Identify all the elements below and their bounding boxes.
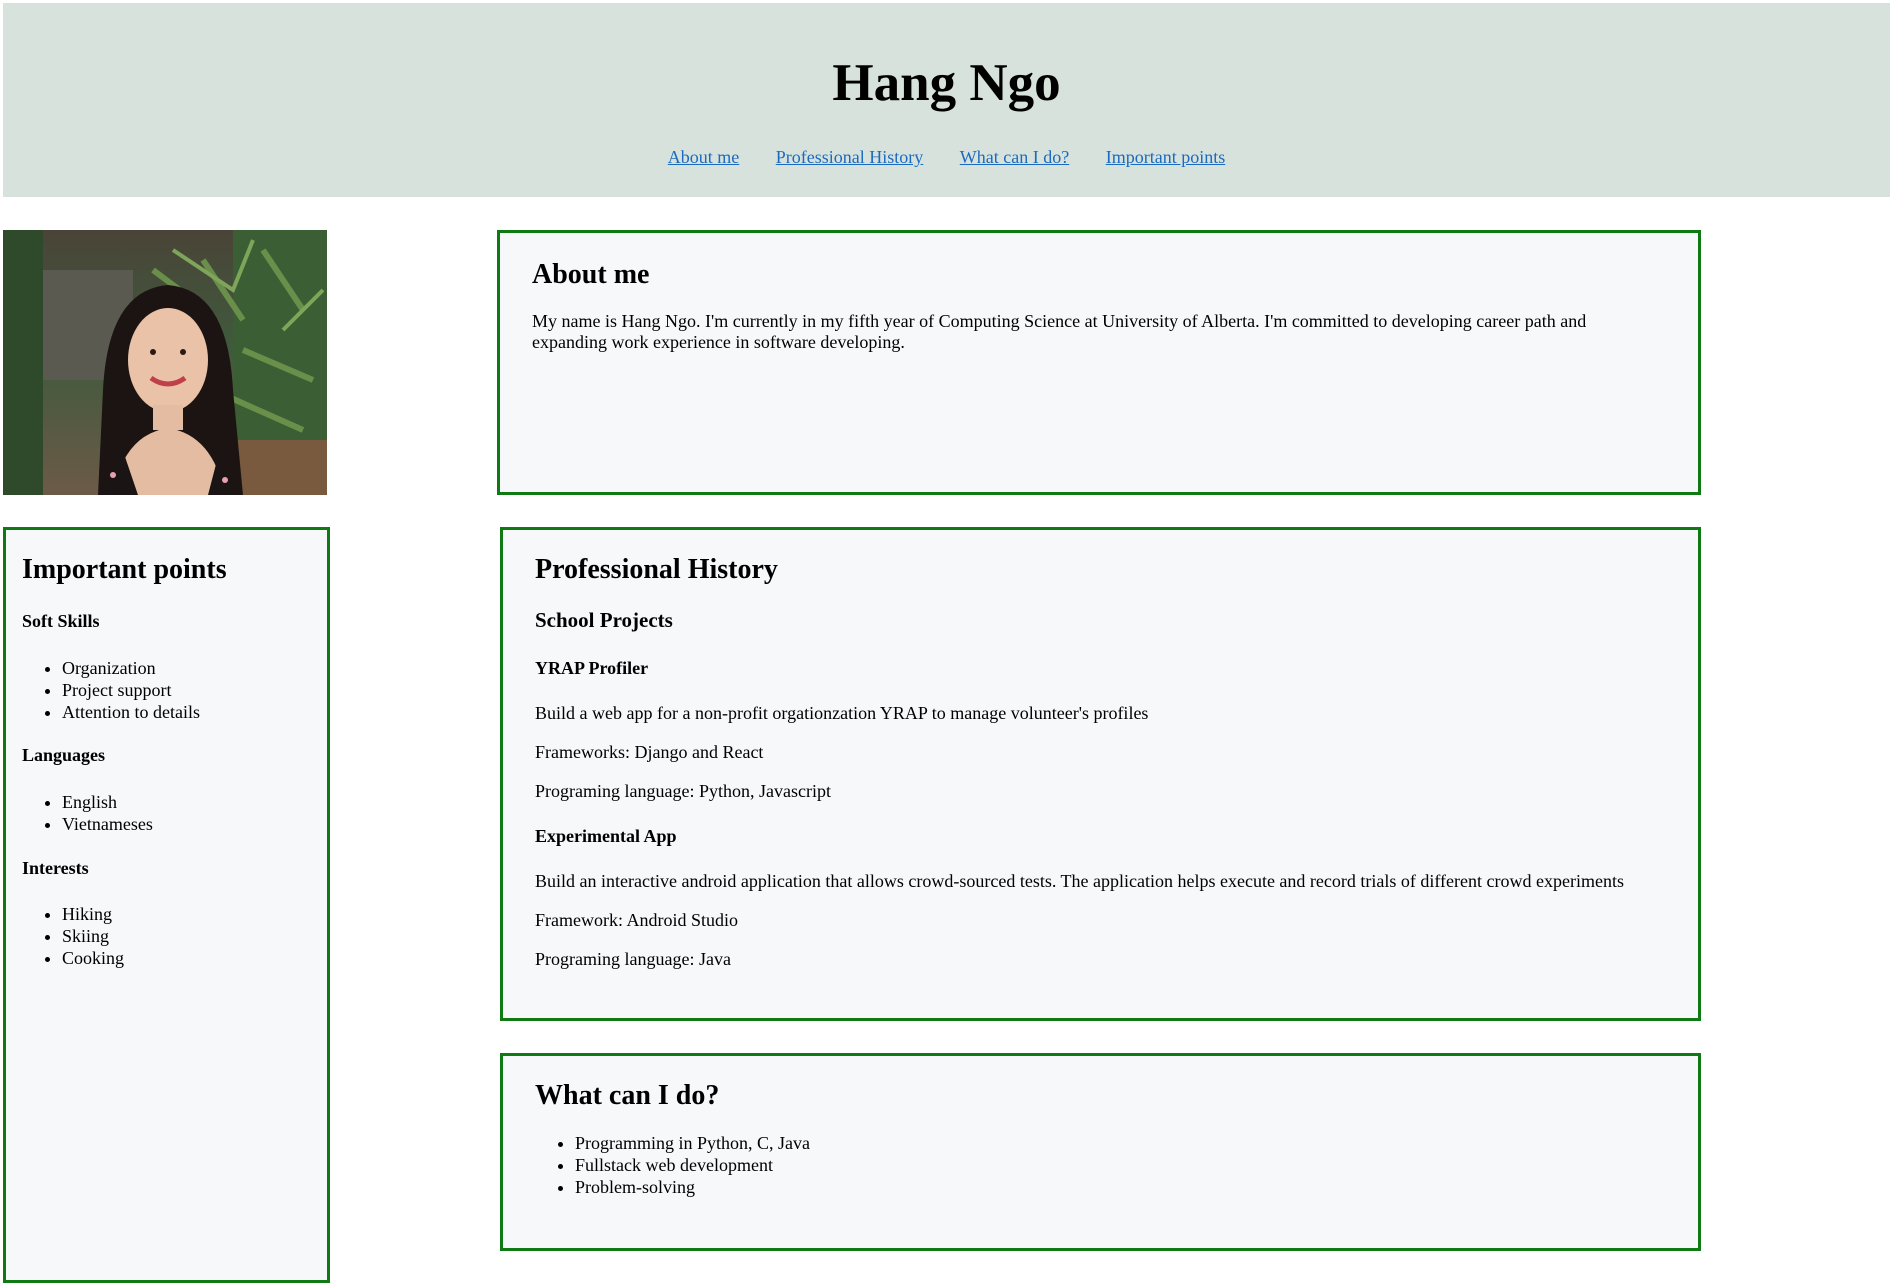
list-item: Project support [62, 679, 200, 701]
project-title: Experimental App [535, 826, 677, 846]
project-languages: Programing language: Python, Javascript [535, 781, 831, 801]
list-item: Skiing [62, 925, 124, 947]
interests-label: Interests [22, 858, 89, 878]
nav-link-what-can-i-do[interactable]: What can I do? [960, 147, 1069, 167]
site-header: Hang Ngo About me Professional History W… [3, 3, 1890, 197]
important-points-heading: Important points [22, 554, 227, 585]
languages-label: Languages [22, 745, 106, 765]
list-item: Cooking [62, 947, 124, 969]
nav-bar: About me Professional History What can I… [3, 147, 1890, 168]
list-item: Organization [62, 657, 200, 679]
site-title: Hang Ngo [832, 54, 1061, 112]
about-me-section: About me My name is Hang Ngo. I'm curren… [497, 230, 1701, 495]
professional-history-section: Professional History School Projects YRA… [500, 527, 1701, 1021]
project-description: Build a web app for a non-profit orgatio… [535, 703, 1149, 723]
interests-list: Hiking Skiing Cooking [22, 903, 124, 969]
important-points-section: Important points Soft Skills Organizatio… [3, 527, 330, 1283]
nav-link-important-points[interactable]: Important points [1106, 147, 1226, 167]
skills-list: Programming in Python, C, Java Fullstack… [535, 1132, 810, 1198]
school-projects-heading: School Projects [535, 608, 673, 632]
about-me-text: My name is Hang Ngo. I'm currently in my… [532, 311, 1587, 352]
list-item: Attention to details [62, 701, 200, 723]
what-can-i-do-section: What can I do? Programming in Python, C,… [500, 1053, 1701, 1251]
list-item: Vietnameses [62, 813, 153, 835]
what-can-i-do-heading: What can I do? [535, 1080, 720, 1111]
list-item: Problem-solving [575, 1176, 810, 1198]
project-languages: Programing language: Java [535, 949, 731, 969]
project-frameworks: Frameworks: Django and React [535, 742, 764, 762]
about-me-heading: About me [532, 259, 650, 290]
soft-skills-label: Soft Skills [22, 611, 100, 631]
profile-photo [3, 230, 327, 495]
list-item: Fullstack web development [575, 1154, 810, 1176]
nav-link-about[interactable]: About me [668, 147, 740, 167]
list-item: Hiking [62, 903, 124, 925]
project-title: YRAP Profiler [535, 658, 649, 678]
languages-list: English Vietnameses [22, 791, 153, 835]
project-description: Build an interactive android application… [535, 871, 1624, 891]
soft-skills-list: Organization Project support Attention t… [22, 657, 200, 723]
list-item: Programming in Python, C, Java [575, 1132, 810, 1154]
nav-link-history[interactable]: Professional History [776, 147, 924, 167]
list-item: English [62, 791, 153, 813]
project-frameworks: Framework: Android Studio [535, 910, 738, 930]
professional-history-heading: Professional History [535, 554, 778, 585]
profile-photo-image [3, 230, 327, 495]
